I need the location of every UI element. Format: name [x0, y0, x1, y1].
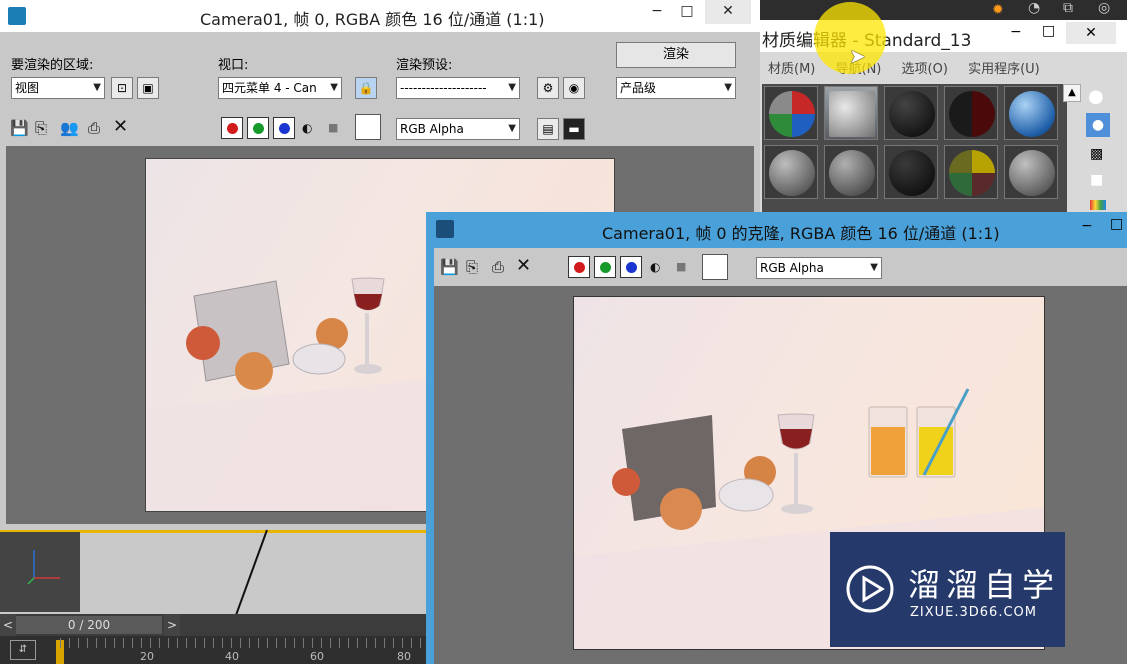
- toggle-overlay-icon[interactable]: ▬: [563, 118, 585, 140]
- sample-uv-icon[interactable]: ■: [1090, 172, 1103, 188]
- monochrome-icon[interactable]: ■: [328, 118, 338, 138]
- clone-maximize-button[interactable]: □: [1110, 216, 1123, 232]
- time-slider[interactable]: 0 / 200: [16, 616, 162, 634]
- play-logo-icon: [846, 565, 894, 613]
- toggle-ui-icon[interactable]: ▤: [537, 118, 559, 140]
- edit-region-button[interactable]: ⊡: [111, 77, 133, 99]
- viewport-select-value: 四元菜单 4 - Can: [222, 81, 317, 95]
- menu-material[interactable]: 材质(M): [768, 62, 815, 77]
- timeline-ruler[interactable]: ⇵ 20 40 60 80: [0, 636, 430, 664]
- me-minimize-button[interactable]: −: [1010, 24, 1022, 40]
- video-color-icon[interactable]: [1090, 200, 1106, 210]
- clone-print-icon[interactable]: ⎙: [492, 257, 504, 277]
- tick-label: 40: [225, 650, 239, 663]
- tick-label: 20: [140, 650, 154, 663]
- clone-green-channel-toggle[interactable]: [594, 256, 616, 278]
- green-channel-toggle[interactable]: [247, 117, 269, 139]
- auto-region-button[interactable]: ▣: [137, 77, 159, 99]
- preset-label: 渲染预设:: [396, 58, 453, 73]
- clone-color-swatch[interactable]: [702, 254, 728, 280]
- display-channel-select[interactable]: RGB Alpha ▼: [396, 118, 520, 140]
- axis-viewport[interactable]: [0, 532, 80, 612]
- app-icon: [8, 7, 26, 25]
- preset-select-value: --------------------: [400, 81, 487, 95]
- material-slot[interactable]: [824, 86, 878, 140]
- maximize-button[interactable]: □: [664, 0, 710, 24]
- viewport-label: 视口:: [218, 58, 249, 73]
- clone-titlebar[interactable]: Camera01, 帧 0 的克隆, RGBA 颜色 16 位/通道 (1:1)…: [426, 212, 1127, 246]
- clone-minimize-button[interactable]: −: [1081, 218, 1093, 234]
- material-slot[interactable]: [1004, 86, 1058, 140]
- menu-utilities[interactable]: 实用程序(U): [968, 62, 1040, 77]
- ruler-ticks: [60, 638, 430, 648]
- material-slot[interactable]: [944, 86, 998, 140]
- scroll-up-icon[interactable]: ▲: [1063, 84, 1081, 102]
- save-image-icon[interactable]: 💾: [10, 118, 29, 138]
- material-slot[interactable]: [764, 145, 818, 199]
- material-editor-menubar: 材质(M) 导航(N) 选项(O) 实用程序(U): [768, 58, 1056, 77]
- print-icon[interactable]: ⎙: [88, 118, 100, 138]
- clone-blue-channel-toggle[interactable]: [620, 256, 642, 278]
- color-swatch[interactable]: [355, 114, 381, 140]
- environment-icon[interactable]: ◉: [563, 77, 585, 99]
- alpha-channel-icon[interactable]: ◐: [302, 118, 312, 138]
- display-channel-value: RGB Alpha: [400, 122, 464, 136]
- clone-red-channel-toggle[interactable]: [568, 256, 590, 278]
- render-setup-icon[interactable]: ⚙: [537, 77, 559, 99]
- close-button[interactable]: ✕: [705, 0, 751, 24]
- material-slot[interactable]: [884, 86, 938, 140]
- menu-options[interactable]: 选项(O): [902, 62, 948, 77]
- clone-window-title: Camera01, 帧 0 的克隆, RGBA 颜色 16 位/通道 (1:1): [602, 224, 1000, 243]
- quality-select-value: 产品级: [620, 81, 657, 95]
- clone-mono-icon[interactable]: ■: [676, 257, 686, 277]
- axis-gizmo-icon: [27, 550, 60, 585]
- lock-icon[interactable]: 🔒: [355, 77, 377, 99]
- tick-label: 80: [397, 650, 411, 663]
- backlight-icon[interactable]: ●: [1086, 113, 1110, 137]
- quality-select[interactable]: 产品级 ▼: [616, 77, 736, 99]
- watermark-title: 溜溜自学: [908, 566, 1061, 604]
- area-label: 要渲染的区域:: [11, 58, 94, 73]
- clone-channel-value: RGB Alpha: [760, 261, 824, 275]
- material-slot[interactable]: [824, 145, 878, 199]
- clone-channel-select[interactable]: RGB Alpha ▼: [756, 257, 882, 279]
- preset-select[interactable]: -------------------- ▼: [396, 77, 520, 99]
- clone-clear-icon[interactable]: ✕: [516, 256, 531, 276]
- render-button[interactable]: 渲染: [616, 42, 736, 68]
- checker-background-icon[interactable]: ▩: [1090, 146, 1103, 162]
- target-icon[interactable]: ◎: [1098, 0, 1110, 16]
- red-channel-toggle[interactable]: [221, 117, 243, 139]
- material-slot[interactable]: [884, 145, 938, 199]
- clear-icon[interactable]: ✕: [113, 117, 128, 137]
- timeline-prev-button[interactable]: <: [0, 614, 16, 636]
- timeline-next-button[interactable]: >: [164, 614, 180, 636]
- material-slot[interactable]: [944, 145, 998, 199]
- clone-window-icon[interactable]: 👥: [60, 118, 79, 138]
- tick-label: 60: [310, 650, 324, 663]
- clone-alpha-icon[interactable]: ◐: [650, 257, 660, 277]
- render-window-title: Camera01, 帧 0, RGBA 颜色 16 位/通道 (1:1): [200, 10, 545, 29]
- material-slot[interactable]: [1004, 145, 1058, 199]
- camera-icon[interactable]: ◔: [1028, 0, 1040, 16]
- timeline-bar: < 0 / 200 >: [0, 614, 430, 636]
- copy-image-icon[interactable]: ⎘: [35, 118, 47, 138]
- key-icon[interactable]: ⇵: [10, 640, 36, 660]
- area-select-value: 视图: [15, 81, 40, 95]
- area-select[interactable]: 视图 ▼: [11, 77, 105, 99]
- blue-channel-toggle[interactable]: [273, 117, 295, 139]
- clone-app-icon: [436, 220, 454, 238]
- viewport-select[interactable]: 四元菜单 4 - Can ▼: [218, 77, 342, 99]
- mouse-pointer-icon: ➤: [849, 44, 866, 68]
- sun-icon[interactable]: ✹: [992, 2, 1004, 18]
- me-maximize-button[interactable]: □: [1042, 23, 1055, 39]
- watermark-logo: 溜溜自学 ZIXUE.3D66.COM: [830, 532, 1065, 647]
- sample-type-icon[interactable]: ●: [1088, 86, 1104, 107]
- clone-copy-icon[interactable]: ⎘: [466, 257, 478, 277]
- me-close-button[interactable]: ✕: [1066, 22, 1116, 44]
- clone-save-icon[interactable]: 💾: [440, 257, 459, 277]
- material-slot[interactable]: [764, 86, 818, 140]
- render-window-titlebar[interactable]: Camera01, 帧 0, RGBA 颜色 16 位/通道 (1:1) − □…: [0, 0, 760, 32]
- watermark-url: ZIXUE.3D66.COM: [910, 605, 1037, 620]
- render-icon[interactable]: ⧉: [1063, 0, 1073, 16]
